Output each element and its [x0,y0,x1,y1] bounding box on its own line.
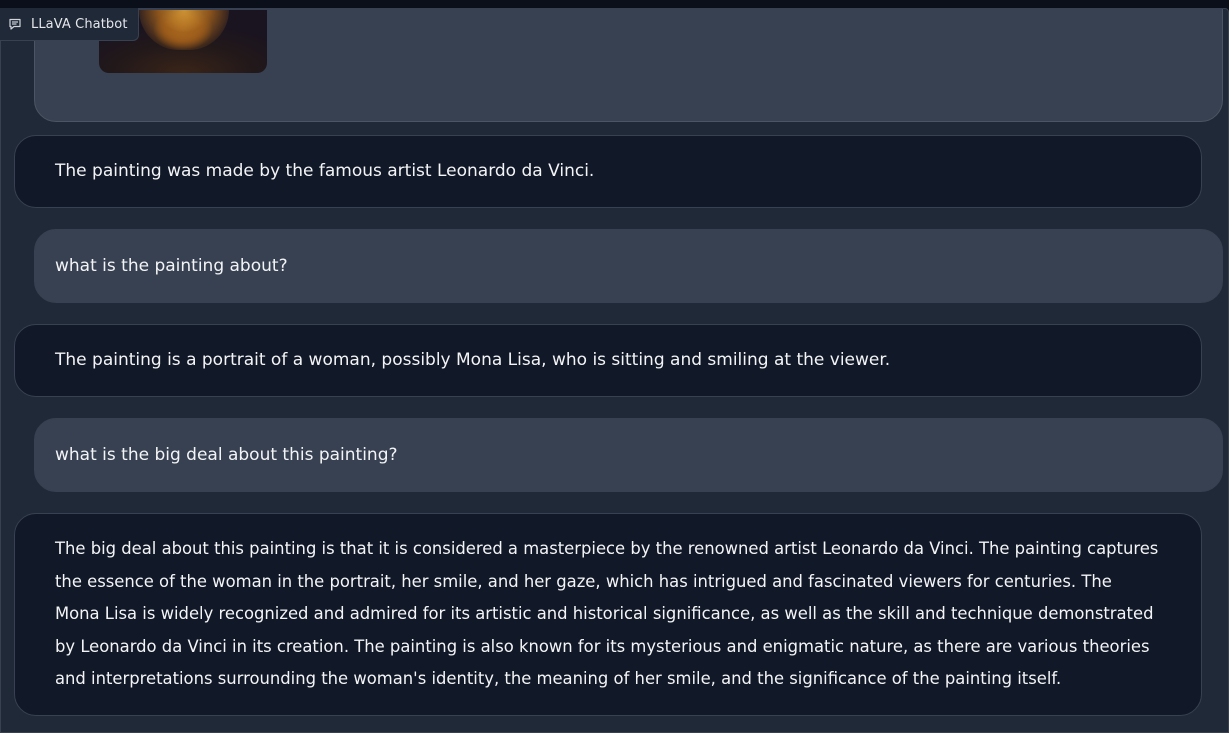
bot-message-1: The painting was made by the famous arti… [14,135,1202,208]
thumbnail-detail [139,10,229,50]
chatbot-title: LLaVA Chatbot [31,16,128,32]
chatbot-panel[interactable]: The painting was made by the famous arti… [0,8,1229,733]
user-image-message [34,9,1223,122]
bot-message-text: The big deal about this painting is that… [55,539,1159,689]
bot-message-3: The big deal about this painting is that… [14,513,1202,716]
bot-message-text: The painting is a portrait of a woman, p… [55,350,891,371]
user-message-text: what is the painting about? [55,255,288,276]
bot-message-text: The painting was made by the famous arti… [55,161,595,182]
user-message-text: what is the big deal about this painting… [55,444,398,465]
bot-message-2: The painting is a portrait of a woman, p… [14,324,1202,397]
chat-bubble-icon [8,17,22,31]
chatbot-label: LLaVA Chatbot [0,8,139,41]
app-root: The painting was made by the famous arti… [0,0,1229,733]
user-message-2: what is the big deal about this painting… [34,418,1223,492]
user-message-1: what is the painting about? [34,229,1223,303]
